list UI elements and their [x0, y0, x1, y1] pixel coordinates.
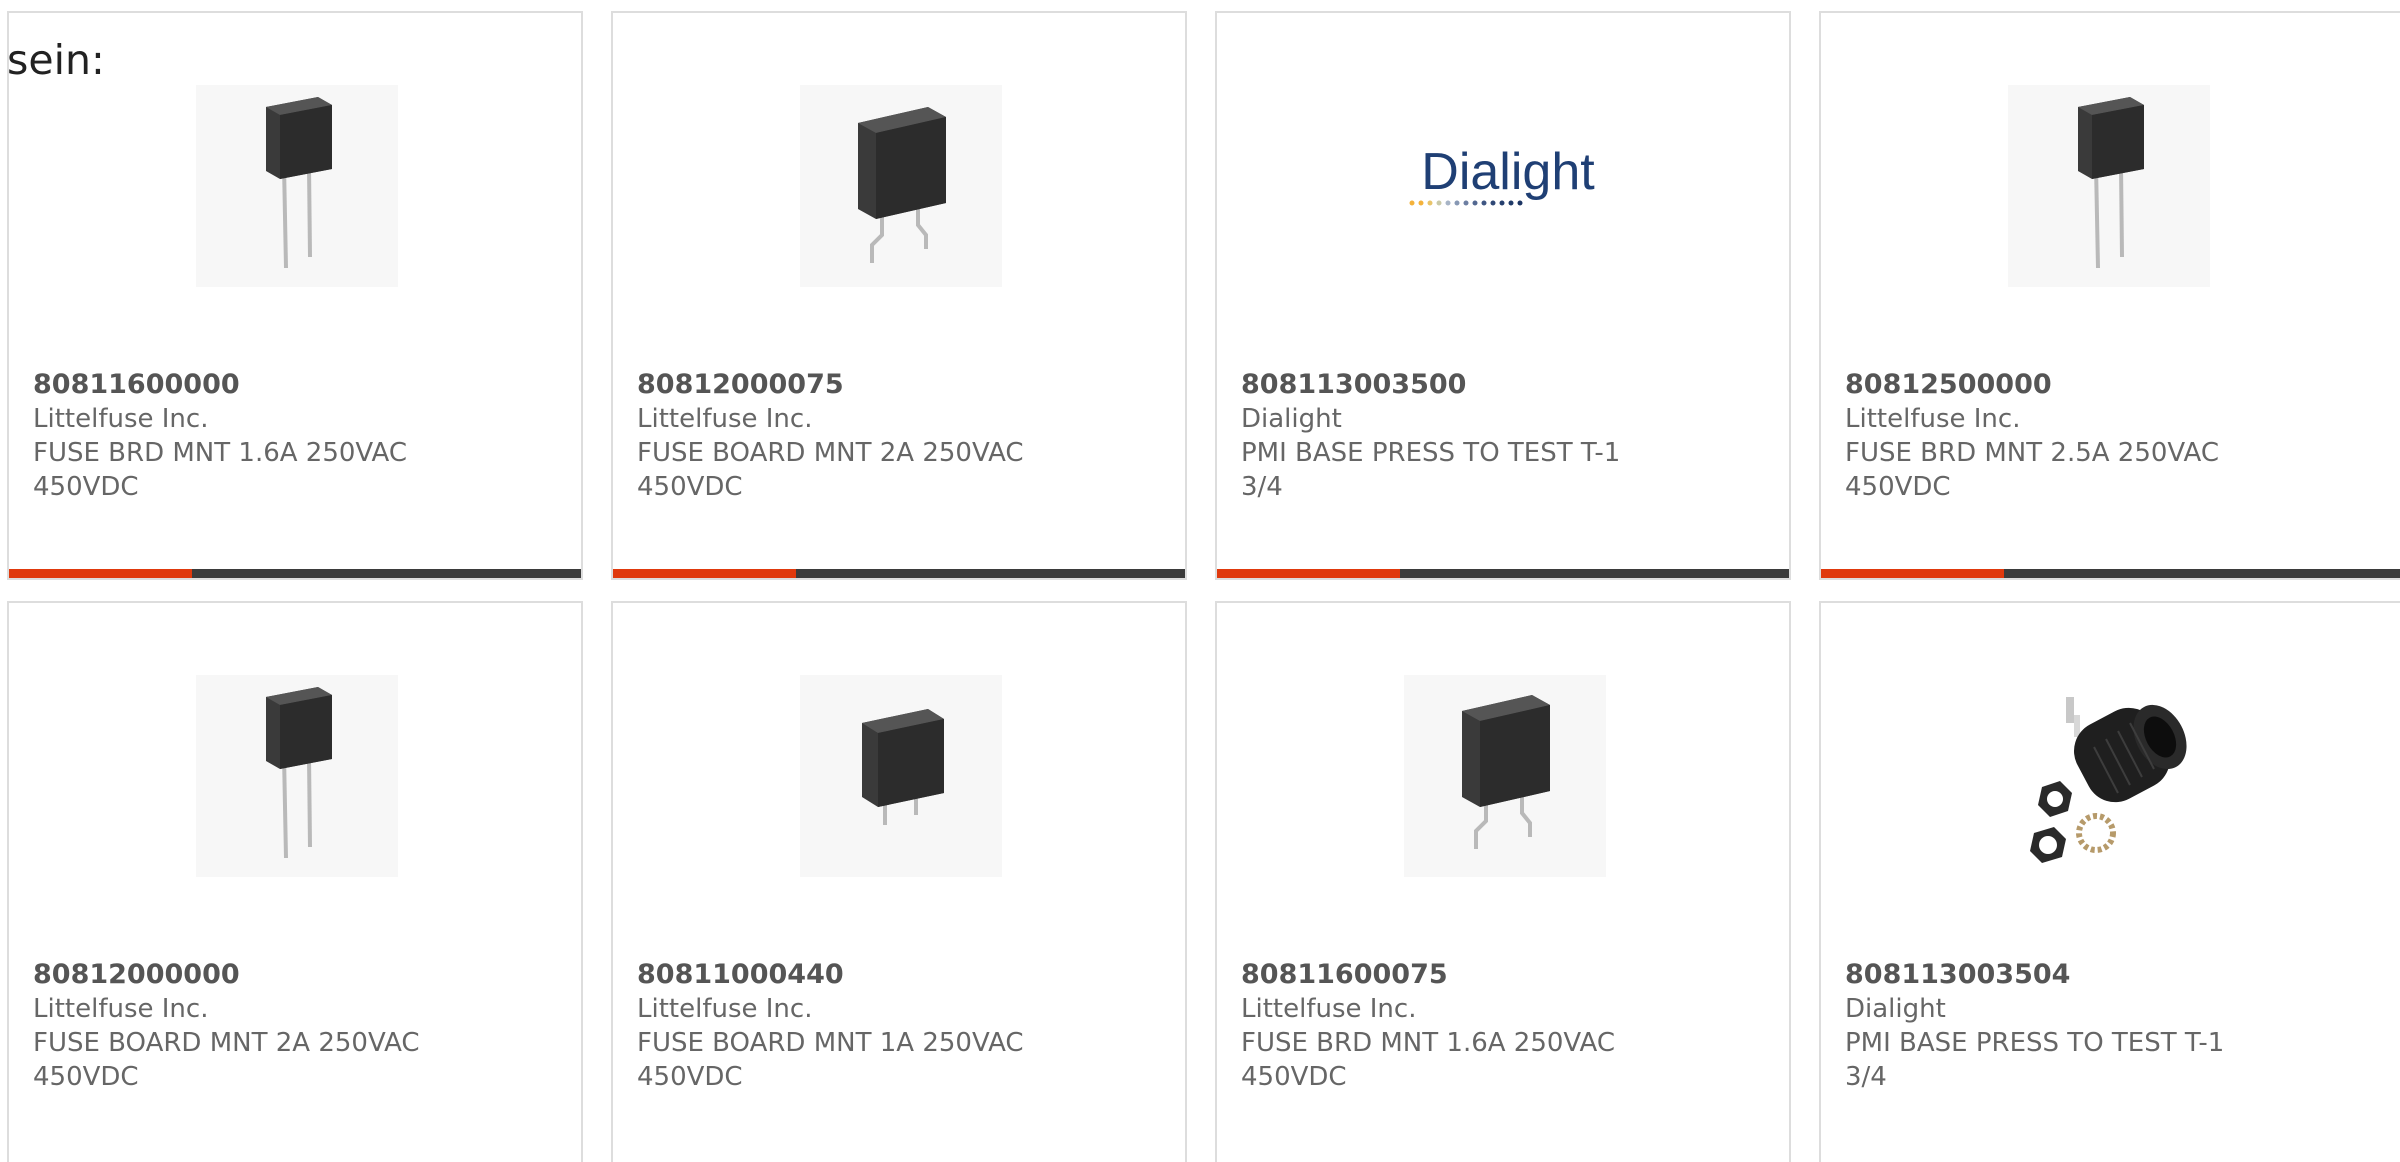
card-bottom-bar — [1217, 569, 1789, 578]
product-card[interactable]: 80811000440 Littelfuse Inc. FUSE BOARD M… — [611, 601, 1187, 1162]
product-image — [2008, 675, 2210, 877]
part-number[interactable]: 80811600000 — [33, 368, 553, 402]
product-card[interactable]: Dialight 808113003500 Dialight PMI BASE … — [1215, 11, 1791, 580]
part-number[interactable]: 80811000440 — [637, 958, 1157, 992]
part-number[interactable]: 808113003500 — [1241, 368, 1761, 402]
manufacturer: Littelfuse Inc. — [33, 994, 209, 1024]
product-card[interactable]: 80812000000 Littelfuse Inc. FUSE BOARD M… — [7, 601, 583, 1162]
description: PMI BASE PRESS TO TEST T-1 3/4 — [1845, 1028, 2225, 1092]
fuse-short-leads-icon — [862, 709, 944, 825]
manufacturer: Littelfuse Inc. — [637, 404, 813, 434]
product-image — [196, 675, 398, 877]
product-info: 80812000075 Littelfuse Inc. FUSE BOARD M… — [637, 368, 1157, 504]
product-card[interactable]: 80812500000 Littelfuse Inc. FUSE BRD MNT… — [1819, 11, 2400, 580]
part-number[interactable]: 808113003504 — [1845, 958, 2365, 992]
product-image — [800, 675, 1002, 877]
description: FUSE BRD MNT 1.6A 250VAC 450VDC — [1241, 1028, 1616, 1092]
description: FUSE BOARD MNT 1A 250VAC 450VDC — [637, 1028, 1024, 1092]
card-bar-accent — [9, 569, 192, 578]
part-number[interactable]: 80812000000 — [33, 958, 553, 992]
product-grid-page: sein: 80811600000 Littelfuse Inc. FUSE B… — [0, 0, 2400, 1162]
manufacturer: Dialight — [1241, 404, 1342, 434]
product-info: 808113003500 Dialight PMI BASE PRESS TO … — [1241, 368, 1761, 504]
fuse-long-leads-icon — [2078, 97, 2144, 269]
product-info: 80811600000 Littelfuse Inc. FUSE BRD MNT… — [33, 368, 553, 504]
manufacturer: Dialight — [1845, 994, 1946, 1024]
lamp-socket-icon — [2030, 697, 2187, 863]
manufacturer: Littelfuse Inc. — [1845, 404, 2021, 434]
card-bottom-bar — [9, 569, 581, 578]
product-info: 80812000000 Littelfuse Inc. FUSE BOARD M… — [33, 958, 553, 1094]
product-info: 808113003504 Dialight PMI BASE PRESS TO … — [1845, 958, 2365, 1094]
fuse-long-leads-icon — [266, 97, 332, 269]
manufacturer: Littelfuse Inc. — [637, 994, 813, 1024]
part-number[interactable]: 80811600075 — [1241, 958, 1761, 992]
fuse-bent-leads-icon — [858, 107, 946, 263]
fuse-long-leads-icon — [266, 687, 332, 859]
product-image: Dialight — [1404, 85, 1606, 287]
description: PMI BASE PRESS TO TEST T-1 3/4 — [1241, 438, 1621, 502]
product-grid: 80811600000 Littelfuse Inc. FUSE BRD MNT… — [0, 0, 2400, 1162]
part-number[interactable]: 80812000075 — [637, 368, 1157, 402]
card-bottom-bar — [613, 569, 1185, 578]
product-card[interactable]: 80811600000 Littelfuse Inc. FUSE BRD MNT… — [7, 11, 583, 580]
card-bottom-bar — [1821, 569, 2400, 578]
description: FUSE BRD MNT 2.5A 250VAC 450VDC — [1845, 438, 2220, 502]
description: FUSE BRD MNT 1.6A 250VAC 450VDC — [33, 438, 408, 502]
product-card[interactable]: 808113003504 Dialight PMI BASE PRESS TO … — [1819, 601, 2400, 1162]
card-bar-accent — [1821, 569, 2004, 578]
product-info: 80811600075 Littelfuse Inc. FUSE BRD MNT… — [1241, 958, 1761, 1094]
card-bar-accent — [613, 569, 796, 578]
description: FUSE BOARD MNT 2A 250VAC 450VDC — [637, 438, 1024, 502]
product-image — [196, 85, 398, 287]
description: FUSE BOARD MNT 2A 250VAC 450VDC — [33, 1028, 420, 1092]
manufacturer: Littelfuse Inc. — [33, 404, 209, 434]
part-number[interactable]: 80812500000 — [1845, 368, 2365, 402]
manufacturer: Littelfuse Inc. — [1241, 994, 1417, 1024]
dialight-logo: Dialight — [1409, 143, 1595, 206]
fuse-bent-leads-icon — [1462, 695, 1550, 849]
product-info: 80811000440 Littelfuse Inc. FUSE BOARD M… — [637, 958, 1157, 1094]
intro-text: sein: — [7, 36, 105, 84]
card-bar-accent — [1217, 569, 1400, 578]
product-image — [800, 85, 1002, 287]
product-info: 80812500000 Littelfuse Inc. FUSE BRD MNT… — [1845, 368, 2365, 504]
product-card[interactable]: 80812000075 Littelfuse Inc. FUSE BOARD M… — [611, 11, 1187, 580]
logo-dots — [1409, 200, 1523, 206]
product-card[interactable]: 80811600075 Littelfuse Inc. FUSE BRD MNT… — [1215, 601, 1791, 1162]
product-image — [1404, 675, 1606, 877]
product-image — [2008, 85, 2210, 287]
dialight-logo-text: Dialight — [1421, 143, 1595, 201]
